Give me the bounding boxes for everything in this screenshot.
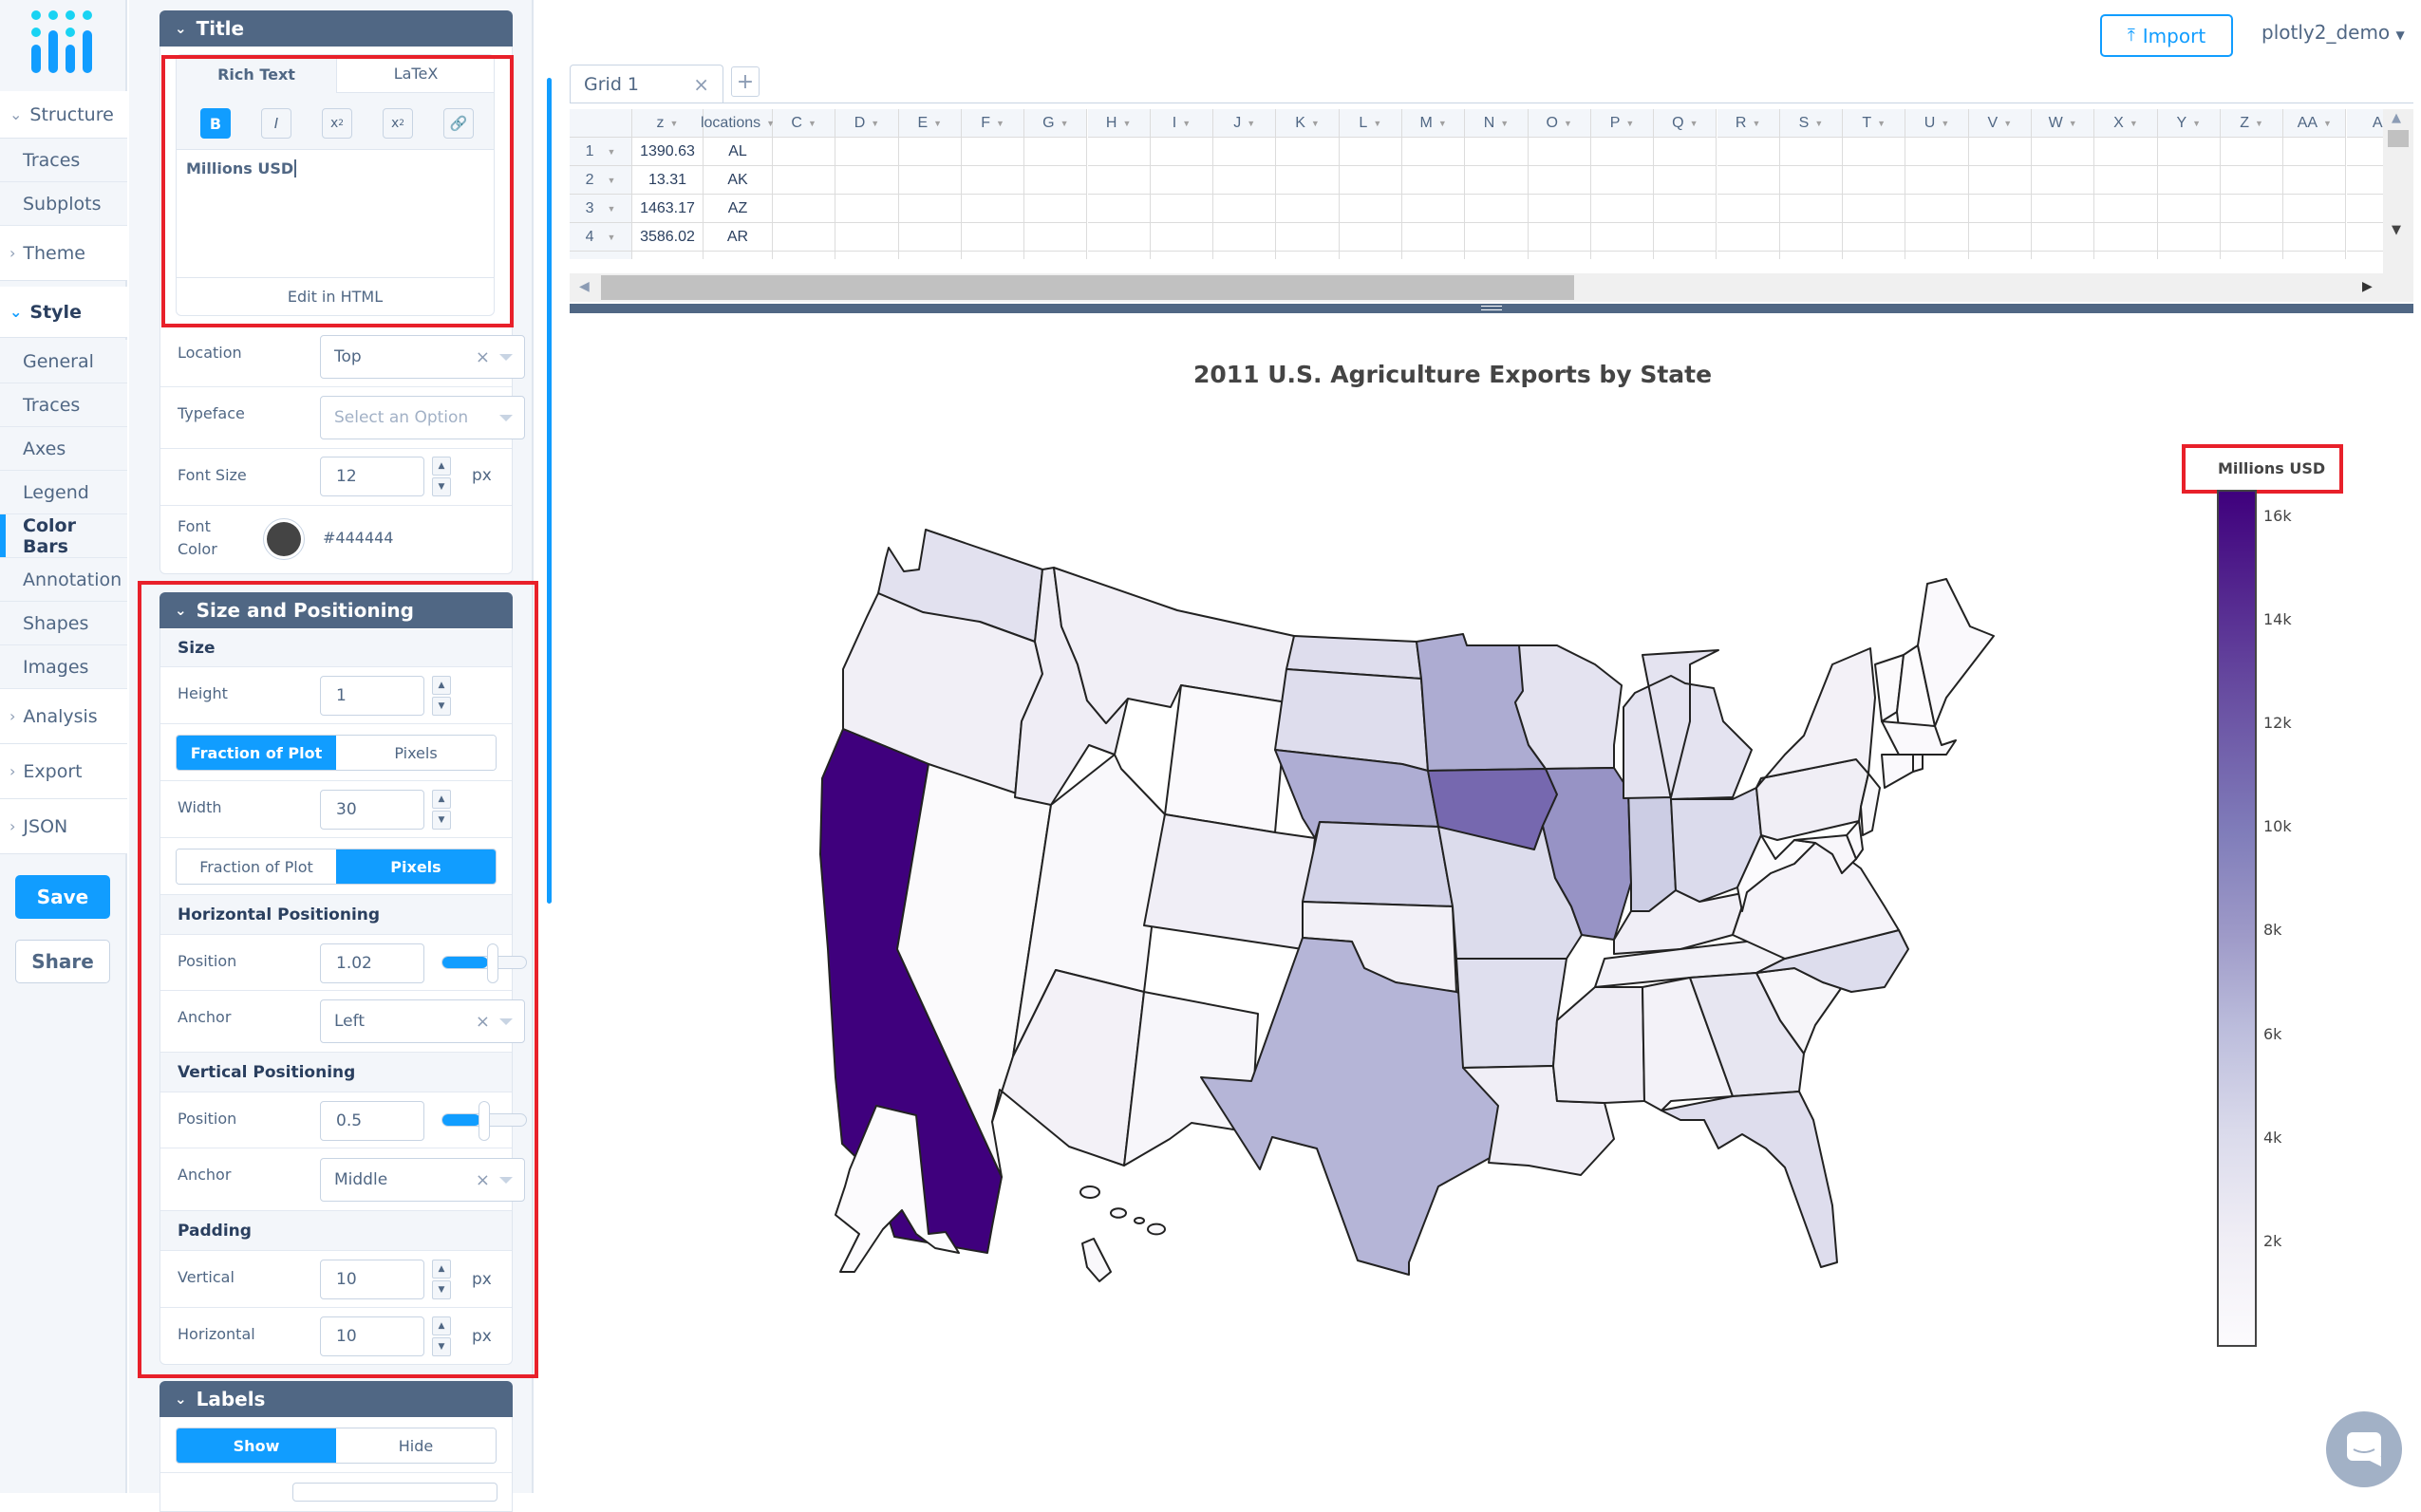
colorbar-tick-label: 6k (2263, 1024, 2282, 1043)
state-ks[interactable] (1302, 821, 1454, 907)
chat-bubble-icon (2347, 1432, 2381, 1466)
state-ma[interactable] (1881, 720, 1957, 756)
state-co[interactable] (1143, 813, 1316, 950)
colorbar-title: Millions USD (2218, 459, 2326, 477)
state-hi-island[interactable] (1134, 1217, 1145, 1224)
colorbar-tick-label: 8k (2263, 921, 2282, 940)
choropleth-map (819, 529, 1995, 1282)
state-hi[interactable] (1081, 1238, 1112, 1282)
state-hi-island[interactable] (1079, 1185, 1100, 1199)
state-wy[interactable] (1164, 684, 1287, 833)
state-mi[interactable] (1623, 649, 1753, 800)
state-ms[interactable] (1552, 986, 1645, 1104)
state-fl[interactable] (1661, 1091, 1838, 1268)
state-hi-island[interactable] (1147, 1223, 1166, 1236)
colorbar-tick-label: 4k (2263, 1128, 2282, 1147)
state-wi[interactable] (1514, 644, 1623, 770)
state-nm[interactable] (1123, 991, 1259, 1167)
state-ar[interactable] (1455, 958, 1567, 1069)
state-in[interactable] (1627, 789, 1677, 912)
colorbar (2217, 490, 2257, 1347)
state-ct[interactable] (1881, 754, 1914, 789)
colorbar-tick-label: 16k (2263, 506, 2292, 525)
colorbar-tick-label: 14k (2263, 609, 2292, 628)
colorbar-tick-label: 2k (2263, 1231, 2282, 1250)
colorbar-tick-label: 12k (2263, 714, 2292, 733)
colorbar-tick-label: 10k (2263, 817, 2292, 836)
chat-button[interactable] (2326, 1411, 2402, 1487)
state-ri[interactable] (1912, 754, 1924, 773)
state-hi-island[interactable] (1110, 1207, 1127, 1219)
